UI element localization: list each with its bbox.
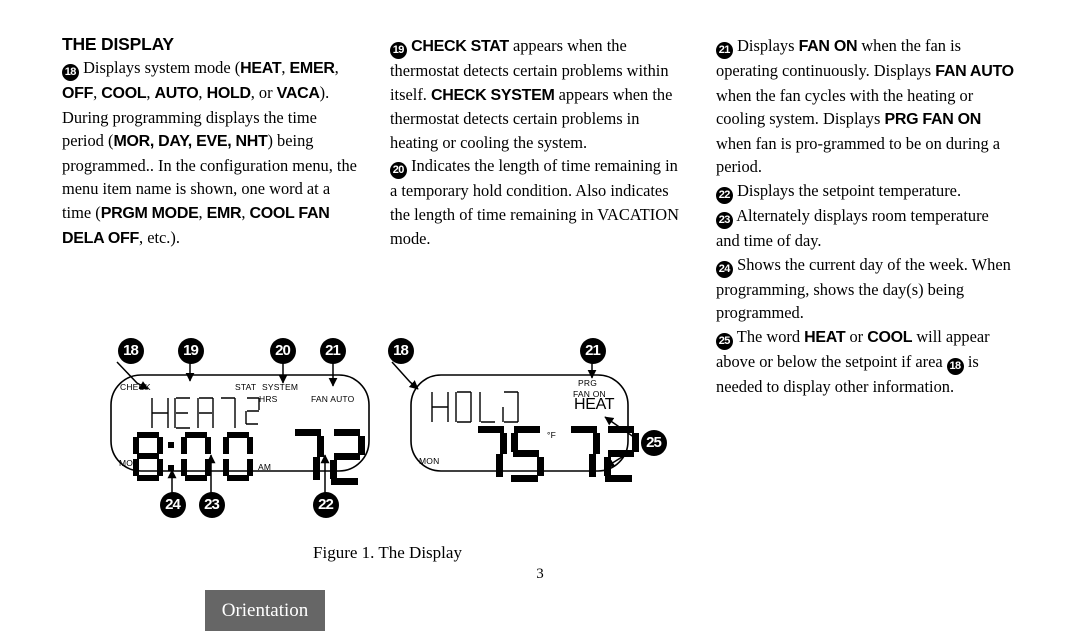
bold-run: HEAT — [240, 60, 282, 77]
lcd-label-stat: STAT — [235, 382, 257, 392]
text-run: or — [845, 326, 868, 346]
bullet-24: 24 — [716, 260, 733, 278]
page-number: 3 — [536, 566, 544, 582]
figure-caption: Figure 1. The Display — [313, 543, 462, 562]
paragraph-25-text: The word HEAT or COOL will appear above … — [716, 327, 990, 396]
bold-run: CHECK SYSTEM — [430, 86, 555, 104]
paragraph-24: 24 Shows the current day of the week. Wh… — [716, 253, 1016, 325]
bold-run: EMER — [289, 60, 335, 77]
lcd-label-system: SYSTEM — [262, 382, 299, 392]
text-column-2: 19 CHECK STAT appears when the thermosta… — [390, 34, 686, 250]
bold-run: HEAT — [804, 328, 846, 346]
text-run: when fan is pro-grammed to be on during … — [716, 133, 1001, 177]
lcd-label-fan-auto: FAN AUTO — [311, 394, 355, 404]
paragraph-21: 21 Displays FAN ON when the fan is opera… — [716, 34, 1016, 179]
bullet-22: 22 — [716, 186, 733, 204]
lcd-time-left — [133, 432, 253, 481]
lcd-label-heat: HEAT — [574, 396, 615, 413]
figure-callout-19: 19 — [178, 338, 204, 364]
bold-run: HOLD — [206, 85, 251, 102]
text-run: Displays — [733, 36, 799, 55]
text-run: Indicates the length of time remaining i… — [390, 156, 679, 248]
bold-run: FAN AUTO — [935, 63, 1014, 80]
lcd-label-hrs: HRS — [259, 394, 278, 404]
section-tab-orientation[interactable]: Orientation — [205, 590, 325, 631]
bold-run: PRGM MODE — [100, 204, 199, 222]
paragraph-24-text: Shows the current day of the week. When … — [716, 255, 1011, 323]
lcd-mode-hold-right — [431, 391, 519, 423]
figure-callout-25: 25 — [641, 430, 667, 456]
text-run: , — [241, 202, 250, 222]
lcd-label-degf: °F — [547, 430, 556, 440]
paragraph-23: 23 Alternately displays room temperature… — [716, 204, 1016, 253]
bold-run: VACA — [276, 85, 320, 102]
paragraph-22-text: Displays the setpoint temperature. — [733, 181, 961, 200]
text-run: Displays system mode ( — [79, 58, 241, 77]
lcd-label-mon-left: MON — [119, 458, 140, 468]
bold-run: COOL — [867, 328, 913, 346]
bold-run: CHECK STAT — [411, 38, 509, 55]
text-column-3: 21 Displays FAN ON when the fan is opera… — [716, 34, 1016, 398]
bold-run: COOL — [101, 85, 147, 102]
figure-callout-20: 20 — [270, 338, 296, 364]
paragraph-18-text: Displays system mode (HEAT, EMER, OFF, C… — [62, 58, 357, 247]
figure-callout-18: 18 — [388, 338, 414, 364]
figure-callout-23: 23 — [199, 492, 225, 518]
bold-run: AUTO — [154, 85, 199, 102]
text-run: Alternately displays room temperature an… — [716, 205, 989, 250]
lcd-label-am: AM — [258, 462, 272, 472]
bold-run: PRG FAN ON — [884, 111, 982, 129]
figure-callout-22: 22 — [313, 492, 339, 518]
text-run: , — [198, 202, 207, 222]
bold-run: EMR — [206, 204, 242, 222]
page-title: THE DISPLAY — [62, 34, 174, 54]
figure-callout-21: 21 — [320, 338, 346, 364]
paragraph-19-text: CHECK STAT appears when the thermostat d… — [390, 36, 672, 152]
paragraph-19: 19 CHECK STAT appears when the thermosta… — [390, 34, 686, 154]
text-run: , — [198, 83, 207, 102]
bullet-20: 20 — [390, 162, 407, 180]
bullet-18: 18 — [62, 64, 79, 81]
paragraph-20: 20 Indicates the length of time remainin… — [390, 154, 686, 250]
figure-callout-18: 18 — [118, 338, 144, 364]
text-run: , or — [250, 83, 277, 102]
paragraph-21-text: Displays FAN ON when the fan is operatin… — [716, 36, 1014, 176]
paragraph-20-text: Indicates the length of time remaining i… — [390, 156, 679, 247]
bold-run: MOR, DAY, EVE, NHT — [113, 133, 268, 151]
figure-callout-21: 21 — [580, 338, 606, 364]
lcd-label-mon-right: MON — [419, 456, 440, 466]
lcd-label-prg: PRG — [578, 378, 598, 388]
text-column-1: THE DISPLAY 18 Displays system mode (HEA… — [62, 34, 358, 250]
text-run: , etc.). — [139, 227, 180, 247]
text-run: Displays the setpoint temperature. — [733, 180, 962, 200]
text-run: The word — [733, 326, 805, 346]
bullet-25: 25 — [716, 332, 733, 350]
bold-run: OFF — [62, 85, 94, 102]
paragraph-25: 25 The word HEAT or COOL will appear abo… — [716, 325, 1016, 399]
text-run: , — [146, 83, 155, 102]
paragraph-22: 22 Displays the setpoint temperature. — [716, 179, 1016, 204]
paragraph-18: 18 Displays system mode (HEAT, EMER, OFF… — [62, 56, 358, 250]
lcd-roomtemp-right — [478, 426, 544, 482]
bullet-21: 21 — [716, 42, 733, 59]
text-run: Shows the current day of the week. When … — [716, 254, 1011, 323]
bullet-18-inline: 18 — [946, 357, 964, 375]
bold-run: FAN ON — [798, 38, 858, 55]
bullet-19: 19 — [390, 42, 407, 59]
bullet-23: 23 — [716, 211, 733, 229]
paragraph-23-text: Alternately displays room temperature an… — [716, 206, 989, 250]
figure-callout-24: 24 — [160, 492, 186, 518]
text-run: , — [334, 58, 339, 77]
lcd-label-check: CHECK — [120, 382, 151, 392]
text-run: , — [281, 58, 290, 77]
lcd-mode-heat-left — [151, 397, 260, 429]
lcd-setpoint-left — [295, 429, 365, 485]
